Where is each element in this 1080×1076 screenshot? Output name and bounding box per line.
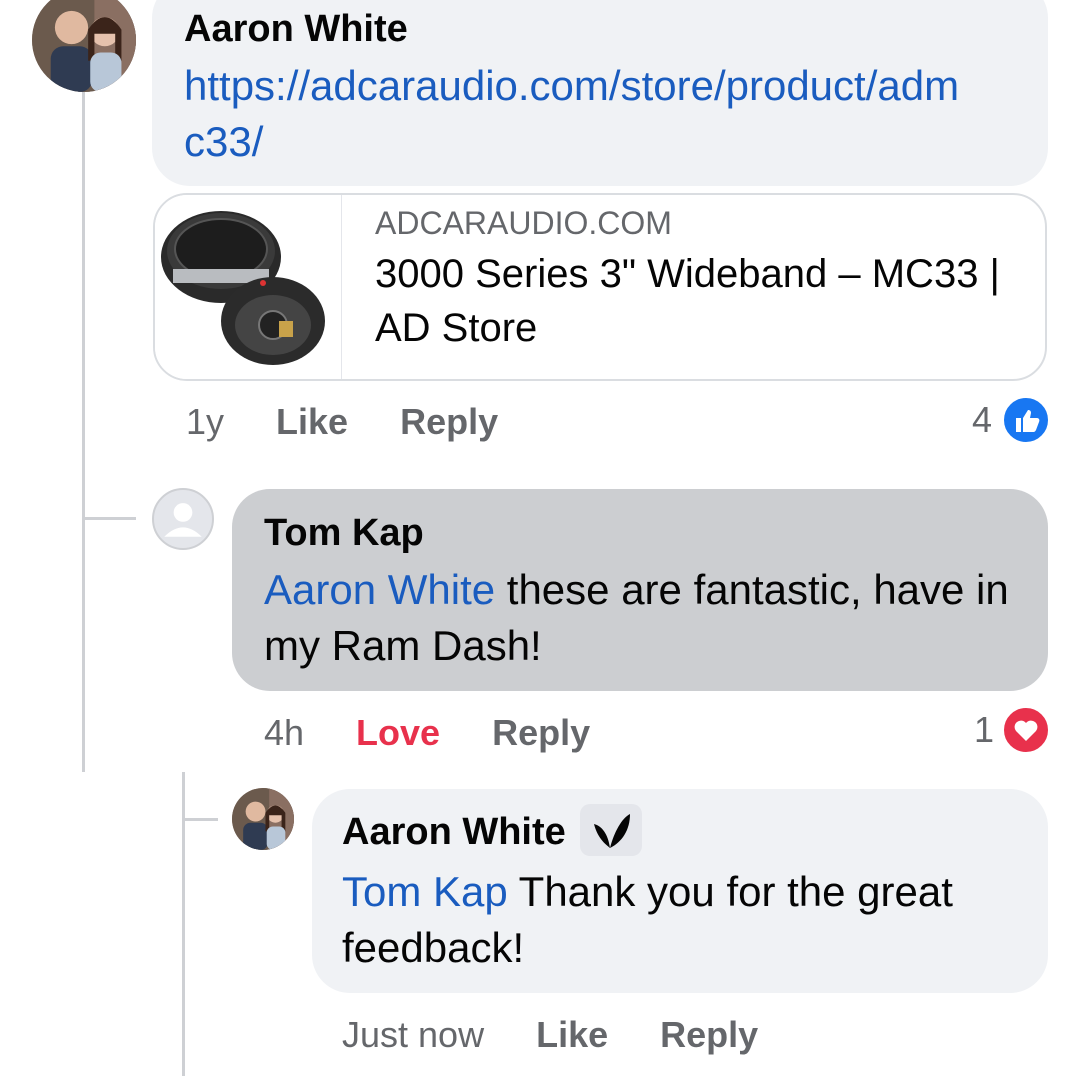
leaf-icon[interactable] — [579, 804, 642, 856]
comment-actions: 1y Like Reply — [186, 400, 550, 444]
like-button[interactable]: Like — [276, 401, 348, 442]
reply-button[interactable]: Reply — [660, 1014, 758, 1055]
thread-line-main — [82, 92, 85, 772]
comment-link[interactable]: https://adcaraudio.com/store/product/adm… — [184, 58, 974, 170]
comment-actions: Just now Like Reply — [342, 1013, 810, 1057]
reaction-count[interactable]: 1 — [974, 708, 994, 752]
comment-time[interactable]: 4h — [264, 712, 304, 753]
avatar[interactable] — [32, 0, 136, 92]
mention-link[interactable]: Tom Kap — [342, 868, 508, 915]
comment-author-row: Aaron White — [342, 804, 642, 860]
comment-actions: 4h Love Reply — [264, 711, 642, 755]
avatar-placeholder[interactable] — [152, 488, 214, 550]
love-button[interactable]: Love — [356, 712, 440, 753]
link-preview-card[interactable]: ADCARAUDIO.COM 3000 Series 3" Wideband –… — [153, 193, 1047, 381]
comment-text: Tom Kap Thank you for the great feedback… — [342, 864, 1022, 976]
thread-branch-tom — [82, 517, 136, 520]
thread-branch-aaron-reply — [182, 818, 218, 821]
like-icon — [1002, 396, 1050, 444]
preview-domain: ADCARAUDIO.COM — [375, 205, 672, 241]
speaker-image — [161, 211, 325, 365]
comment-time[interactable]: Just now — [342, 1014, 484, 1055]
reply-button[interactable]: Reply — [492, 712, 590, 753]
reaction-count[interactable]: 4 — [972, 398, 992, 442]
comment-author[interactable]: Aaron White — [184, 6, 408, 52]
comment-time[interactable]: 1y — [186, 401, 224, 442]
avatar[interactable] — [232, 788, 294, 850]
heart-icon — [1002, 706, 1050, 754]
mention-link[interactable]: Aaron White — [264, 566, 495, 613]
preview-title[interactable]: 3000 Series 3" Wideband – MC33 | AD Stor… — [375, 247, 1015, 355]
comment-author[interactable]: Tom Kap — [264, 510, 424, 556]
comment-author[interactable]: Aaron White — [342, 811, 566, 853]
comment-text: Aaron White these are fantastic, have in… — [264, 562, 1024, 674]
like-button[interactable]: Like — [536, 1014, 608, 1055]
reply-button[interactable]: Reply — [400, 401, 498, 442]
product-thumbnail — [155, 195, 342, 379]
